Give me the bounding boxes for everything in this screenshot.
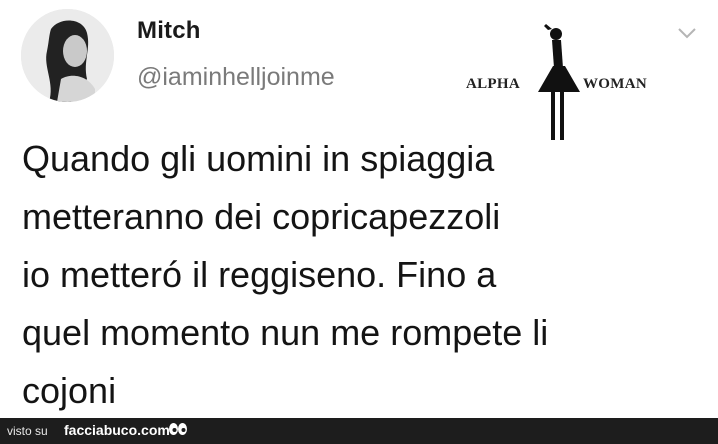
footer-site-link[interactable]: facciabuco.com [64, 422, 170, 438]
tweet-line: Quando gli uomini in spiaggia [22, 138, 495, 179]
alpha-woman-watermark: ALPHA WOMAN [466, 24, 656, 142]
watermark-left-text: ALPHA [466, 76, 520, 92]
author-handle[interactable]: @iaminhelljoinme [137, 63, 335, 92]
watermark-right-text: WOMAN [583, 76, 647, 92]
tweet-text: Quando gli uomini in spiaggia metteranno… [22, 130, 702, 420]
tweet-line: io metteró il reggiseno. Fino a [22, 254, 497, 295]
avatar[interactable] [21, 9, 114, 102]
tweet-line: quel momento nun me rompete li [22, 312, 549, 353]
author-name[interactable]: Mitch [137, 17, 201, 45]
tweet-card: Mitch @iaminhelljoinme ALPHA WOMAN Quand… [0, 0, 718, 418]
footer-prefix: visto su [7, 424, 48, 438]
eyes-icon [169, 423, 187, 435]
woman-silhouette-icon [538, 24, 580, 140]
tweet-line: cojoni [22, 370, 117, 411]
chevron-down-icon[interactable] [677, 26, 697, 40]
footer-bar: visto su facciabuco.com [0, 418, 718, 444]
tweet-line: metteranno dei copricapezzoli [22, 196, 501, 237]
